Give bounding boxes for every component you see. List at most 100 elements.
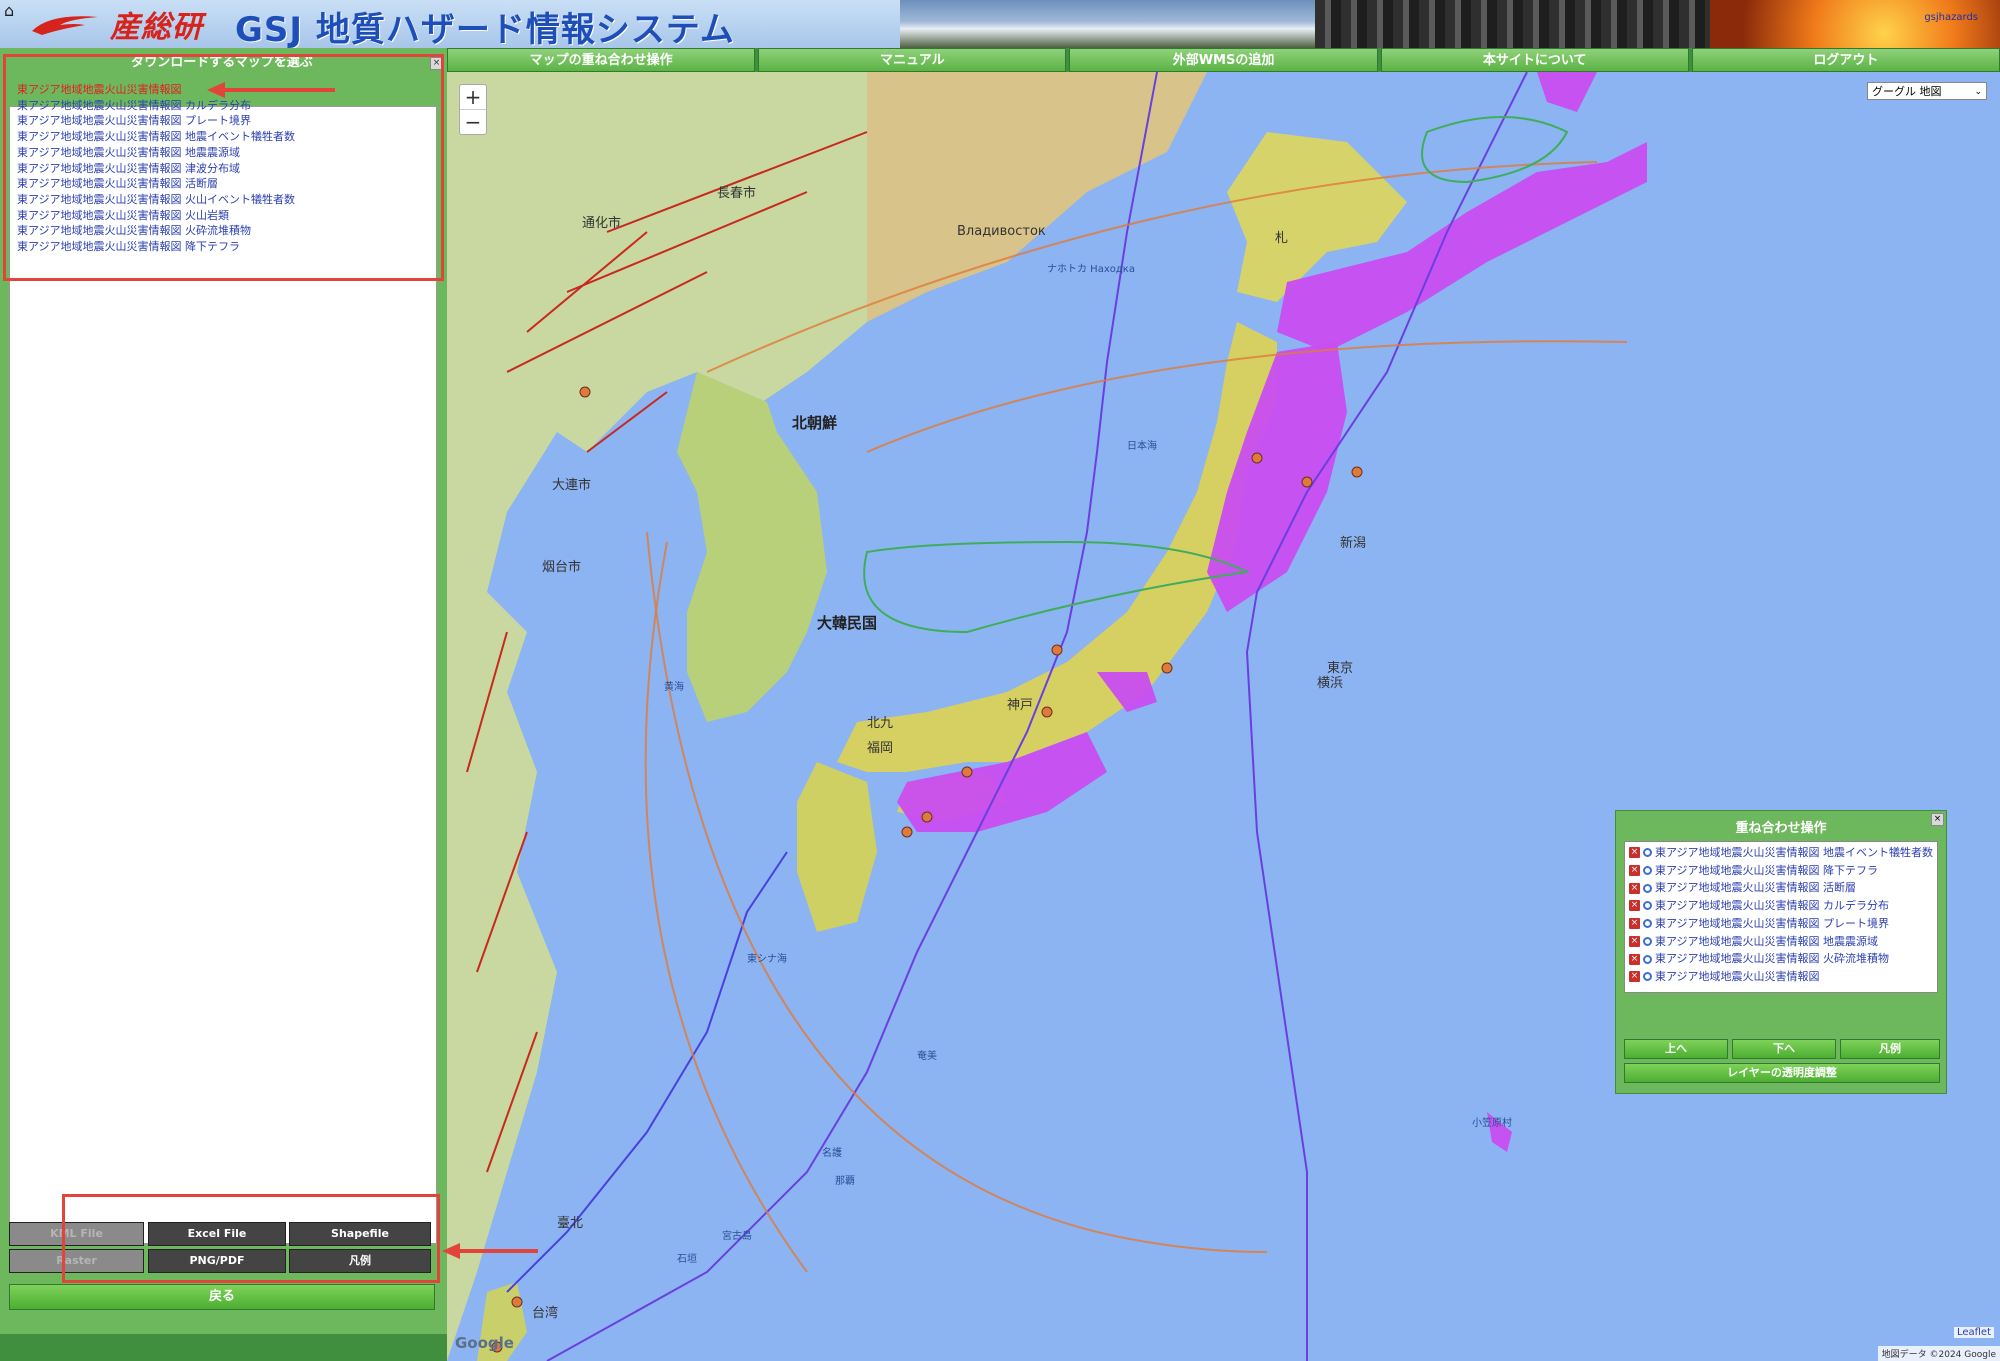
- radio-icon[interactable]: [1643, 883, 1652, 893]
- overlay-layer-item[interactable]: × 東アジア地域地震火山災害情報図 カルデラ分布: [1629, 897, 1937, 915]
- download-sidebar: ダウンロードするマップを選ぶ × 東アジア地域地震火山災害情報図 東アジア地域地…: [0, 48, 447, 1361]
- label-yokohama: 横浜: [1317, 676, 1344, 691]
- label-kobe: 神戸: [1007, 698, 1034, 713]
- radio-icon[interactable]: [1643, 848, 1652, 858]
- label-niigata: 新潟: [1340, 536, 1367, 551]
- land-kyushu: [797, 762, 877, 932]
- aist-logo[interactable]: 産総研: [30, 4, 203, 45]
- label-vladivostok: Владивосток: [957, 224, 1046, 239]
- overlay-layer-item[interactable]: × 東アジア地域地震火山災害情報図 地震震源域: [1629, 933, 1937, 951]
- layer-label: 東アジア地域地震火山災害情報図 地震震源域: [1655, 934, 1879, 948]
- layer-label: 東アジア地域地震火山災害情報図 降下テフラ: [1655, 863, 1879, 877]
- layer-label: 東アジア地域地震火山災害情報図 活断層: [1655, 881, 1857, 895]
- overlay-layer-item[interactable]: × 東アジア地域地震火山災害情報図 プレート境界: [1629, 915, 1937, 933]
- radio-icon[interactable]: [1643, 919, 1652, 929]
- delete-icon[interactable]: ×: [1629, 971, 1640, 983]
- label-taipei: 臺北: [557, 1216, 584, 1231]
- red-arrow-icon: [442, 1243, 538, 1259]
- overlay-layer-item[interactable]: × 東アジア地域地震火山災害情報図: [1629, 968, 1937, 986]
- header-banner: ⌂ 産総研 GSJ 地質ハザード情報システム gsjhazards: [0, 0, 2000, 48]
- chevron-down-icon: ⌄: [1974, 87, 1982, 97]
- label-amami: 奄美: [917, 1051, 937, 1062]
- zoom-out-button[interactable]: −: [460, 110, 486, 134]
- plate-boundary: [506, 851, 788, 1293]
- maptype-value: グーグル 地図: [1872, 85, 1942, 98]
- label-ogasawara: 小笠原村: [1472, 1118, 1512, 1129]
- nav-add-wms[interactable]: 外部WMSの追加: [1069, 48, 1378, 72]
- overlay-layer-item[interactable]: × 東アジア地域地震火山災害情報図 活断層: [1629, 879, 1937, 897]
- header-photo-lava: [1710, 0, 2000, 48]
- site-title: GSJ 地質ハザード情報システム: [235, 10, 735, 48]
- label-yellow-sea: 黄海: [664, 682, 684, 693]
- delete-icon[interactable]: ×: [1629, 865, 1640, 877]
- overlay-layer-item[interactable]: × 東アジア地域地震火山災害情報図 火砕流堆積物: [1629, 950, 1937, 968]
- overlay-layer-item[interactable]: × 東アジア地域地震火山災害情報図 降下テフラ: [1629, 862, 1937, 880]
- overlay-title: 重ね合わせ操作: [1735, 821, 1827, 836]
- overlay-panel: 重ね合わせ操作 × × 東アジア地域地震火山災害情報図 地震イベント犠牲者数 × 東…: [1615, 810, 1947, 1094]
- nav-manual[interactable]: マニュアル: [758, 48, 1067, 72]
- radio-icon[interactable]: [1643, 954, 1652, 964]
- label-east-china-sea: 東シナ海: [747, 954, 787, 965]
- format-highlight: [62, 1194, 440, 1283]
- main-navbar: マップの重ね合わせ操作 マニュアル 外部WMSの追加 本サイトについて ログアウ…: [447, 48, 2000, 72]
- label-north-korea: 北朝鮮: [792, 414, 838, 432]
- delete-icon[interactable]: ×: [1629, 882, 1640, 894]
- label-changchun: 長春市: [717, 186, 757, 201]
- label-taiwan: 台湾: [532, 1306, 559, 1321]
- delete-icon[interactable]: ×: [1629, 847, 1640, 859]
- label-naha: 那覇: [835, 1176, 855, 1187]
- label-tonghua: 通化市: [582, 216, 622, 231]
- delete-icon[interactable]: ×: [1629, 900, 1640, 912]
- map-view[interactable]: + − グーグル 地図 ⌄ 北朝鮮 大韓民国 日本海 東シナ海 黄海 東京 新潟…: [447, 72, 2000, 1361]
- zoom-in-button[interactable]: +: [460, 85, 486, 110]
- label-ishigaki: 石垣: [677, 1254, 697, 1265]
- delete-icon[interactable]: ×: [1629, 918, 1640, 930]
- radio-icon[interactable]: [1643, 936, 1652, 946]
- google-logo: Google: [455, 1334, 514, 1352]
- layer-label: 東アジア地域地震火山災害情報図: [1655, 969, 1820, 983]
- red-arrow-icon: [207, 82, 335, 98]
- sidebar-footer: [0, 1334, 447, 1361]
- overlay-layer-list: × 東アジア地域地震火山災害情報図 地震イベント犠牲者数 × 東アジア地域地震火山災…: [1624, 841, 1938, 993]
- map-canvas[interactable]: [447, 72, 2000, 1361]
- brand-name: 産総研: [110, 10, 203, 45]
- radio-icon[interactable]: [1643, 972, 1652, 982]
- label-sea-of-japan: 日本海: [1127, 441, 1157, 452]
- label-sapporo: 札: [1275, 231, 1289, 246]
- leaflet-link[interactable]: Leaflet: [1953, 1327, 1994, 1338]
- radio-icon[interactable]: [1643, 866, 1652, 876]
- delete-icon[interactable]: ×: [1629, 935, 1640, 947]
- close-icon[interactable]: ×: [1931, 813, 1944, 826]
- delete-icon[interactable]: ×: [1629, 953, 1640, 965]
- zoom-control: + −: [459, 84, 487, 135]
- label-miyako: 宮古島: [722, 1231, 752, 1242]
- header-photo-basalt: [1315, 0, 1710, 48]
- maptype-select[interactable]: グーグル 地図 ⌄: [1867, 82, 1987, 100]
- tsunami-zone: [1537, 72, 1597, 112]
- header-photo-volcano: [900, 0, 1315, 48]
- layer-legend-button[interactable]: 凡例: [1840, 1039, 1940, 1059]
- layer-down-button[interactable]: 下へ: [1732, 1039, 1836, 1059]
- map-attribution: 地図データ ©2024 Google: [1877, 1346, 2000, 1361]
- nav-about[interactable]: 本サイトについて: [1380, 48, 1689, 72]
- label-nakhodka: ナホトカ Находка: [1047, 264, 1135, 275]
- nav-logout[interactable]: ログアウト: [1691, 48, 2000, 72]
- label-fukuoka: 福岡: [867, 741, 894, 756]
- label-yantai: 烟台市: [542, 560, 582, 575]
- overlay-layer-item[interactable]: × 東アジア地域地震火山災害情報図 地震イベント犠牲者数: [1629, 844, 1937, 862]
- user-link[interactable]: gsjhazards: [1924, 12, 1978, 23]
- nav-overlay-ops[interactable]: マップの重ね合わせ操作: [447, 48, 756, 72]
- label-kitakyushu: 北九: [867, 716, 894, 731]
- opacity-button[interactable]: レイヤーの透明度調整: [1624, 1063, 1940, 1083]
- home-icon[interactable]: ⌂: [4, 3, 20, 19]
- radio-icon[interactable]: [1643, 901, 1652, 911]
- layer-label: 東アジア地域地震火山災害情報図 地震イベント犠牲者数: [1655, 846, 1934, 859]
- layer-label: 東アジア地域地震火山災害情報図 火砕流堆積物: [1655, 952, 1890, 966]
- land-manchuria-russia: [867, 72, 1207, 322]
- aist-swoosh-icon: [32, 16, 98, 35]
- label-nago: 名護: [822, 1148, 842, 1159]
- layer-up-button[interactable]: 上へ: [1624, 1039, 1728, 1059]
- label-south-korea: 大韓民国: [817, 614, 878, 632]
- back-button[interactable]: 戻る: [9, 1284, 435, 1310]
- label-dalian: 大連市: [552, 478, 592, 493]
